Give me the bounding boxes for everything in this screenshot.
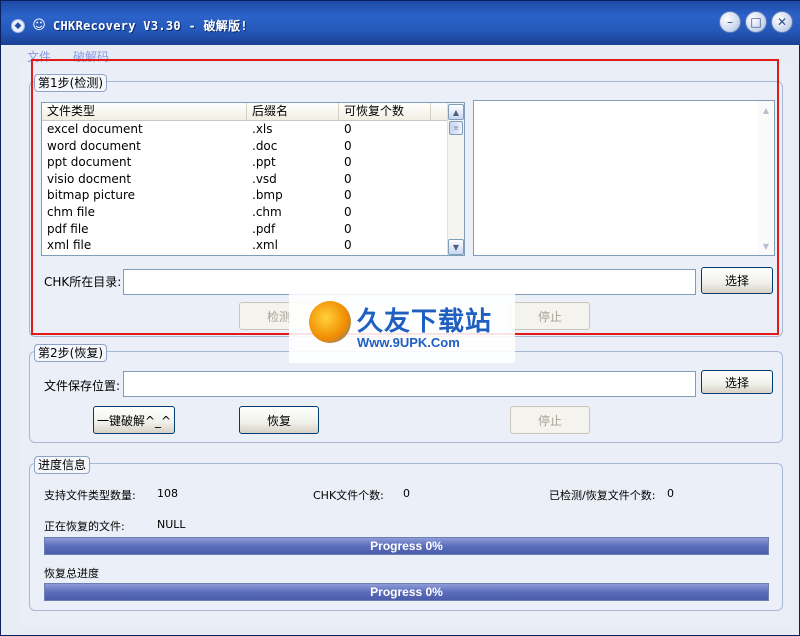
window-title: CHKRecovery V3.30 - 破解版!: [53, 19, 248, 33]
result-text-area[interactable]: ▲ ▼: [473, 100, 775, 256]
watermark-logo-icon: [309, 301, 351, 343]
cell-count: 0: [344, 238, 352, 253]
cell-ext: .chm: [252, 204, 282, 219]
watermark: 久友下载站 Www.9UPK.Com: [289, 293, 515, 363]
cell-count: 0: [344, 122, 352, 136]
close-icon[interactable]: ✕: [771, 11, 793, 33]
scroll-up-icon[interactable]: ▲: [448, 104, 464, 120]
stop-detect-button[interactable]: 停止: [510, 302, 590, 330]
cell-ext: .bmp: [252, 188, 283, 203]
table-row[interactable]: xml file .xml 0: [42, 237, 464, 254]
cell-count: 0: [344, 188, 352, 203]
list-scrollbar[interactable]: ▲ ≡ ▼: [447, 103, 464, 255]
column-header-count[interactable]: 可恢复个数: [339, 103, 431, 120]
title-area: ◆ ☺ CHKRecovery V3.30 - 破解版!: [11, 17, 248, 34]
cell-ext: .ppt: [252, 155, 276, 170]
table-row[interactable]: ppt document .ppt 0: [42, 154, 464, 171]
cell-count: 0: [344, 138, 352, 153]
table-row[interactable]: word document .doc 0: [42, 138, 464, 155]
list-header: 文件类型 后缀名 可恢复个数: [42, 103, 464, 121]
one-click-crack-button[interactable]: 一键破解^_^: [93, 406, 175, 434]
cell-type: chm file: [47, 204, 95, 219]
cell-type: bitmap picture: [47, 188, 136, 203]
result-scrollbar[interactable]: ▲ ▼: [758, 101, 774, 255]
cell-count: 0: [344, 221, 352, 236]
cell-ext: .pdf: [252, 221, 276, 236]
column-header-ext[interactable]: 后缀名: [247, 103, 339, 120]
save-location-input[interactable]: [123, 371, 696, 397]
progress-label: 进度信息: [34, 456, 91, 474]
scroll-up-icon[interactable]: ▲: [759, 103, 773, 117]
cell-count: 0: [344, 204, 352, 219]
choose-chk-dir-button[interactable]: 选择: [701, 267, 773, 294]
save-location-label: 文件保存位置:: [44, 379, 121, 393]
table-row[interactable]: chm file .chm 0: [42, 204, 464, 221]
app-icon: ☺: [32, 18, 46, 33]
window-controls: – □ ✕: [719, 11, 793, 33]
maximize-icon[interactable]: □: [745, 11, 767, 33]
file-progress-bar: Progress 0%: [44, 537, 769, 555]
scroll-down-icon[interactable]: ▼: [448, 239, 464, 255]
cell-type: excel document: [47, 122, 143, 136]
choose-save-button[interactable]: 选择: [701, 370, 773, 394]
chk-count-value: 0: [403, 487, 410, 500]
watermark-url: Www.9UPK.Com: [357, 335, 460, 350]
system-menu-icon[interactable]: ◆: [11, 18, 25, 33]
file-type-list[interactable]: 文件类型 后缀名 可恢复个数 excel document .xls 0 word …: [41, 102, 465, 256]
current-file-value: NULL: [157, 518, 186, 531]
total-progress-text: Progress 0%: [370, 585, 443, 599]
table-row[interactable]: bitmap picture .bmp 0: [42, 187, 464, 204]
chk-count-label: CHK文件个数:: [313, 489, 384, 502]
cell-ext: .vsd: [252, 171, 277, 186]
current-file-label: 正在恢复的文件:: [44, 520, 125, 533]
cell-count: 0: [344, 171, 352, 186]
detected-count-label: 已检测/恢复文件个数:: [549, 489, 656, 502]
step2-label: 第2步(恢复): [34, 344, 107, 362]
stop-recover-button[interactable]: 停止: [510, 406, 590, 434]
cell-type: word document: [47, 138, 141, 153]
file-progress-text: Progress 0%: [370, 539, 443, 553]
cell-type: xml file: [47, 238, 92, 253]
scroll-thumb[interactable]: ≡: [449, 121, 463, 135]
cell-count: 0: [344, 155, 352, 170]
total-progress-label: 恢复总进度: [44, 567, 99, 580]
table-row[interactable]: pdf file .pdf 0: [42, 221, 464, 238]
detected-count-value: 0: [667, 487, 674, 500]
cell-type: visio docment: [47, 171, 132, 186]
cell-ext: .xml: [252, 238, 278, 253]
supported-types-label: 支持文件类型数量:: [44, 489, 136, 502]
cell-type: ppt document: [47, 155, 132, 170]
step1-label: 第1步(检测): [34, 74, 107, 92]
cell-type: pdf file: [47, 221, 89, 236]
table-row[interactable]: excel document .xls 0: [42, 121, 464, 138]
minimize-icon[interactable]: –: [719, 11, 741, 33]
column-header-type[interactable]: 文件类型: [42, 103, 247, 120]
cell-ext: .xls: [252, 122, 273, 136]
recover-button[interactable]: 恢复: [239, 406, 319, 434]
title-bar[interactable]: ◆ ☺ CHKRecovery V3.30 - 破解版! – □ ✕: [1, 1, 800, 45]
watermark-title: 久友下载站: [357, 307, 493, 337]
total-progress-bar: Progress 0%: [44, 583, 769, 601]
cell-ext: .doc: [252, 138, 278, 153]
chk-dir-input[interactable]: [123, 269, 696, 295]
app-window: ◆ ☺ CHKRecovery V3.30 - 破解版! – □ ✕ 文件 破解…: [0, 0, 800, 636]
table-row[interactable]: visio docment .vsd 0: [42, 171, 464, 188]
chk-dir-label: CHK所在目录:: [44, 275, 122, 289]
supported-types-value: 108: [157, 487, 178, 500]
scroll-down-icon[interactable]: ▼: [759, 239, 773, 253]
